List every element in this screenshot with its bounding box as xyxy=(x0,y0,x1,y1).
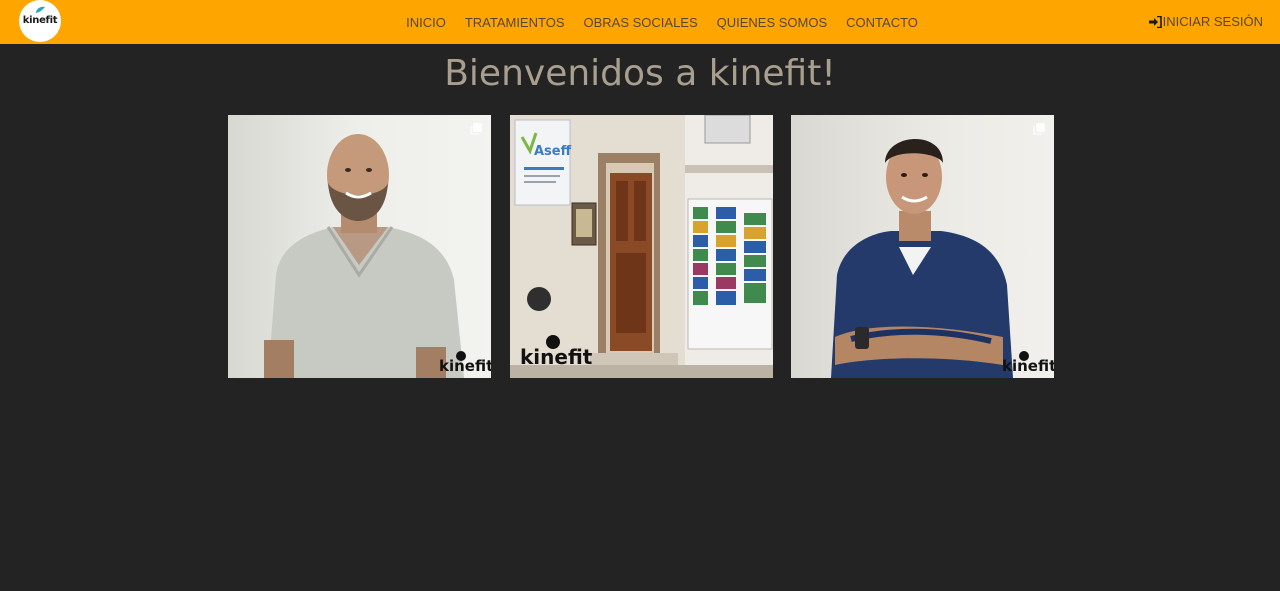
login-link[interactable]: INICIAR SESIÓN xyxy=(1148,14,1263,29)
nav-obras-sociales[interactable]: OBRAS SOCIALES xyxy=(583,15,697,30)
main-nav: INICIO TRATAMIENTOS OBRAS SOCIALES QUIEN… xyxy=(0,0,1280,44)
nav-quienes-somos[interactable]: QUIENES SOMOS xyxy=(717,15,828,30)
svg-text:kinefit: kinefit xyxy=(439,357,491,375)
nav-inicio[interactable]: INICIO xyxy=(406,15,446,30)
sign-in-icon xyxy=(1148,15,1162,28)
leaf-icon xyxy=(36,6,45,13)
logo-text: kinefit xyxy=(22,15,58,26)
login-label: INICIAR SESIÓN xyxy=(1162,14,1263,29)
therapist-photo-2[interactable]: kinefit xyxy=(791,115,1054,378)
kinefit-logo[interactable]: kinefit xyxy=(19,0,61,42)
aseff-sign-text: Aseff xyxy=(534,144,572,159)
nav-tratamientos[interactable]: TRATAMIENTOS xyxy=(465,15,565,30)
gallery-icon xyxy=(1033,123,1045,135)
page-title: Bienvenidos a kinefit! xyxy=(444,53,836,94)
gallery-icon xyxy=(470,123,482,135)
therapist-photo-1[interactable]: kinefit xyxy=(228,115,491,378)
svg-text:kinefit: kinefit xyxy=(520,345,593,369)
svg-text:kinefit: kinefit xyxy=(1002,357,1054,375)
top-navbar: kinefit INICIO TRATAMIENTOS OBRAS SOCIAL… xyxy=(0,0,1280,44)
nav-contacto[interactable]: CONTACTO xyxy=(846,15,918,30)
clinic-entrance-photo[interactable]: Aseff kinefit xyxy=(510,115,773,378)
